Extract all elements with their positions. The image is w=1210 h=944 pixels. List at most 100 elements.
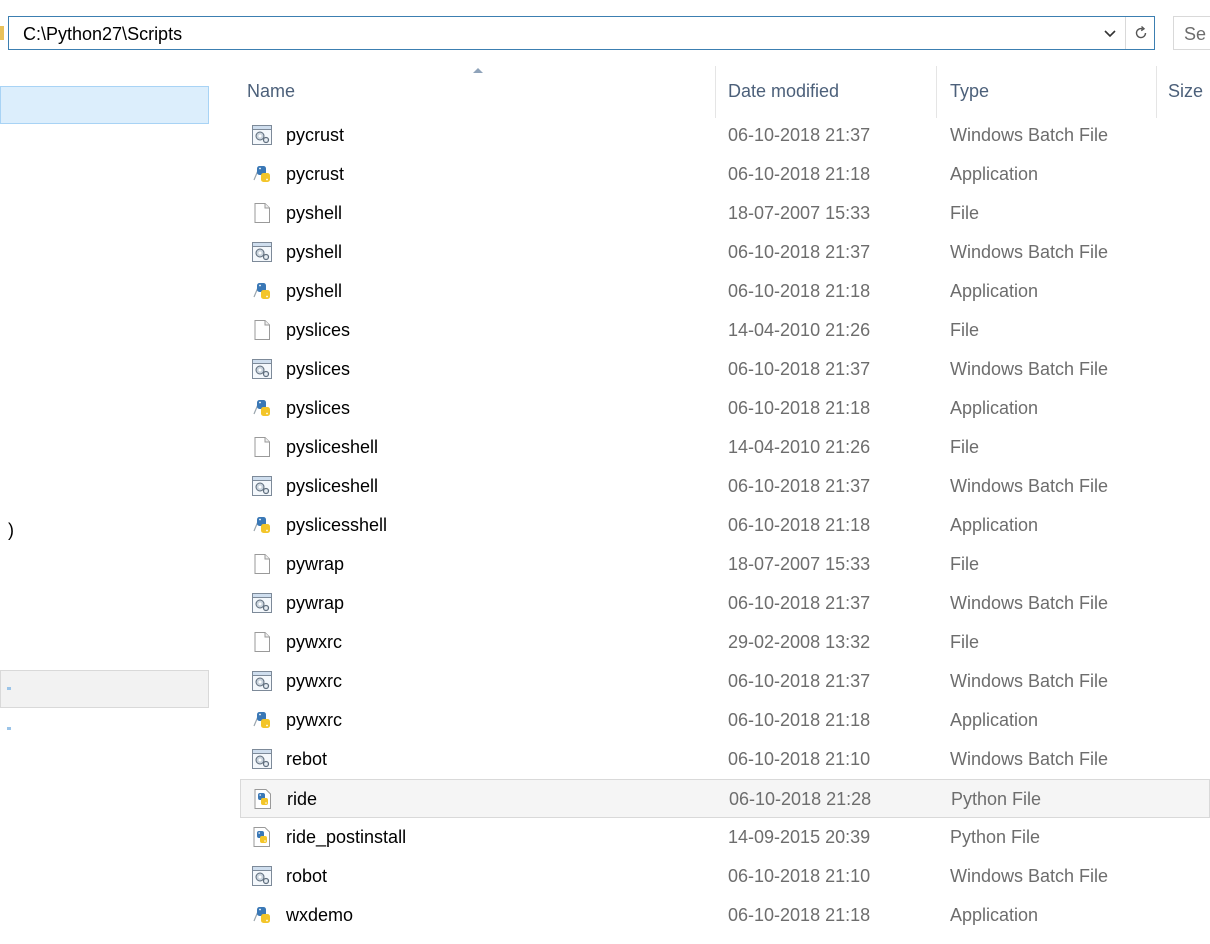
file-date-modified: 06-10-2018 21:37 bbox=[728, 671, 871, 691]
file-name: rebot bbox=[286, 749, 328, 769]
file-type: Windows Batch File bbox=[950, 242, 1109, 262]
table-row[interactable]: pywrap 18-07-2007 15:33 File bbox=[240, 545, 1210, 584]
file-name: pyslicesshell bbox=[286, 515, 388, 535]
address-path[interactable]: C:\Python27\Scripts bbox=[23, 24, 182, 45]
file-date-modified: 14-04-2010 21:26 bbox=[728, 437, 871, 457]
column-divider[interactable] bbox=[1156, 66, 1157, 118]
chevron-down-icon bbox=[1104, 30, 1116, 38]
refresh-icon bbox=[1135, 25, 1147, 39]
table-row[interactable]: pyslices 14-04-2010 21:26 File bbox=[240, 311, 1210, 350]
nav-expand-marker bbox=[7, 687, 11, 690]
table-row[interactable]: pycrust 06-10-2018 21:37 Windows Batch Fil… bbox=[240, 116, 1210, 155]
file-name: pycrust bbox=[286, 125, 345, 145]
table-row[interactable]: pysliceshell 06-10-2018 21:37 Windows Batc… bbox=[240, 467, 1210, 506]
python-file-icon bbox=[250, 825, 274, 849]
file-name: wxdemo bbox=[286, 905, 354, 925]
batch-file-icon bbox=[250, 864, 274, 888]
table-row[interactable]: pycrust 06-10-2018 21:18 Application bbox=[240, 155, 1210, 194]
file-date-modified: 06-10-2018 21:10 bbox=[728, 749, 871, 769]
table-row[interactable]: pywrap 06-10-2018 21:37 Windows Batch File bbox=[240, 584, 1210, 623]
file-type: Python File bbox=[950, 827, 1041, 847]
column-header-name[interactable]: Name bbox=[247, 81, 295, 102]
file-date-modified: 18-07-2007 15:33 bbox=[728, 203, 871, 223]
column-header-date-modified[interactable]: Date modified bbox=[728, 81, 839, 102]
table-row[interactable]: rebot 06-10-2018 21:10 Windows Batch File bbox=[240, 740, 1210, 779]
table-row[interactable]: robot 06-10-2018 21:10 Windows Batch File bbox=[240, 857, 1210, 896]
folder-icon bbox=[0, 26, 4, 40]
table-row[interactable]: wxdemo 06-10-2018 21:18 Application bbox=[240, 896, 1210, 935]
file-type: Windows Batch File bbox=[950, 125, 1109, 145]
python-app-icon bbox=[250, 513, 274, 537]
file-date-modified: 06-10-2018 21:37 bbox=[728, 359, 871, 379]
table-row[interactable]: pyslices 06-10-2018 21:37 Windows Batch Fi… bbox=[240, 350, 1210, 389]
python-app-icon bbox=[250, 162, 274, 186]
column-divider[interactable] bbox=[936, 66, 937, 118]
address-history-dropdown-button[interactable] bbox=[1095, 17, 1125, 49]
file-type: Application bbox=[950, 710, 1039, 730]
nav-item-highlighted[interactable] bbox=[0, 670, 209, 708]
file-type: Python File bbox=[951, 789, 1042, 809]
sort-ascending-icon bbox=[473, 68, 483, 73]
file-date-modified: 29-02-2008 13:32 bbox=[728, 632, 871, 652]
file-name: pyslices bbox=[286, 359, 351, 379]
file-type: Application bbox=[950, 281, 1039, 301]
file-type: Application bbox=[950, 164, 1039, 184]
column-divider[interactable] bbox=[715, 66, 716, 118]
file-date-modified: 06-10-2018 21:18 bbox=[728, 164, 871, 184]
column-header-type[interactable]: Type bbox=[950, 81, 989, 102]
table-row[interactable]: pysliceshell 14-04-2010 21:26 File bbox=[240, 428, 1210, 467]
nav-item-selected[interactable] bbox=[0, 86, 209, 124]
file-type: Windows Batch File bbox=[950, 671, 1109, 691]
file-type: Windows Batch File bbox=[950, 749, 1109, 769]
table-row[interactable]: ride_postinstall 14-09-2015 20:39 Python F… bbox=[240, 818, 1210, 857]
file-name: ride bbox=[287, 789, 318, 809]
file-date-modified: 06-10-2018 21:37 bbox=[728, 242, 871, 262]
file-name: pysliceshell bbox=[286, 437, 379, 457]
table-row[interactable]: pyslicesshell 06-10-2018 21:18 Application bbox=[240, 506, 1210, 545]
file-name: pywxrc bbox=[286, 710, 343, 730]
file-type: File bbox=[950, 203, 980, 223]
table-row[interactable]: pyslices 06-10-2018 21:18 Application bbox=[240, 389, 1210, 428]
address-bar[interactable]: C:\Python27\Scripts bbox=[8, 16, 1155, 50]
file-list: Name Date modified Type Size pycrust 18-0… bbox=[240, 66, 1210, 944]
file-name: pywxrc bbox=[286, 632, 343, 652]
batch-file-icon bbox=[250, 357, 274, 381]
table-row[interactable]: pyshell 18-07-2007 15:33 File bbox=[240, 194, 1210, 233]
file-type: Windows Batch File bbox=[950, 866, 1109, 886]
file-type: Application bbox=[950, 515, 1039, 535]
file-date-modified: 06-10-2018 21:18 bbox=[728, 710, 871, 730]
file-date-modified: 06-10-2018 21:37 bbox=[728, 476, 871, 496]
refresh-button[interactable] bbox=[1125, 17, 1156, 49]
nav-expand-marker bbox=[7, 727, 11, 730]
table-row[interactable]: pywxrc 06-10-2018 21:37 Windows Batch File bbox=[240, 662, 1210, 701]
column-headers: Name Date modified Type Size bbox=[240, 66, 1210, 118]
file-name: pyslices bbox=[286, 320, 351, 340]
file-type: File bbox=[950, 320, 980, 340]
table-row[interactable]: pywxrc 29-02-2008 13:32 File bbox=[240, 623, 1210, 662]
python-file-icon bbox=[251, 787, 275, 811]
table-row[interactable]: pyshell 06-10-2018 21:18 Application bbox=[240, 272, 1210, 311]
file-explorer-window: C:\Python27\Scripts Se ) Name Date modif… bbox=[0, 0, 1210, 944]
python-app-icon bbox=[250, 396, 274, 420]
file-date-modified: 06-10-2018 21:18 bbox=[728, 515, 871, 535]
file-name: pywxrc bbox=[286, 671, 343, 691]
batch-file-icon bbox=[250, 669, 274, 693]
file-name: pysliceshell bbox=[286, 476, 379, 496]
file-name: pywrap bbox=[286, 554, 345, 574]
search-input[interactable]: Se bbox=[1173, 16, 1210, 50]
python-app-icon bbox=[250, 279, 274, 303]
file-type: Windows Batch File bbox=[950, 593, 1109, 613]
table-row[interactable]: pyshell 06-10-2018 21:37 Windows Batch Fil… bbox=[240, 233, 1210, 272]
nav-item-partial-label: ) bbox=[8, 520, 14, 540]
address-toolbar: C:\Python27\Scripts Se bbox=[0, 0, 1210, 66]
file-date-modified: 06-10-2018 21:28 bbox=[729, 789, 872, 809]
search-placeholder: Se bbox=[1184, 24, 1207, 44]
file-type: File bbox=[950, 554, 980, 574]
column-header-size[interactable]: Size bbox=[1168, 81, 1203, 102]
table-row[interactable]: pywxrc 06-10-2018 21:18 Application bbox=[240, 701, 1210, 740]
table-row-selected[interactable]: ride 06-10-2018 21:28 Python File bbox=[240, 779, 1210, 818]
blank-file-icon bbox=[250, 552, 274, 576]
file-name: pywrap bbox=[286, 593, 345, 613]
file-date-modified: 06-10-2018 21:18 bbox=[728, 905, 871, 925]
file-name: ride_postinstall bbox=[286, 827, 407, 847]
